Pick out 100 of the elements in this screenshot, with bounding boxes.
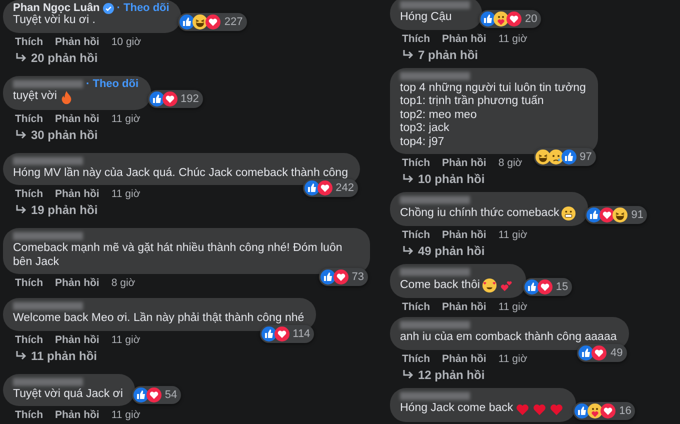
like-reaction-icon	[179, 14, 196, 30]
view-replies-link[interactable]: 19 phản hồi	[15, 203, 98, 217]
reply-link[interactable]: Phản hồi	[442, 32, 486, 44]
comment-time: 8 giờ	[111, 277, 136, 289]
author-name[interactable]: Phan Ngọc Luân	[13, 2, 100, 14]
laughing-face-icon	[192, 14, 208, 30]
reply-link[interactable]: Phản hồi	[442, 352, 486, 364]
reactions-badge[interactable]: 54	[132, 386, 182, 404]
reply-arrow-icon	[15, 52, 27, 64]
heart-reaction-icon	[162, 90, 178, 106]
laughing-face-icon	[534, 149, 551, 165]
reply-arrow-icon	[402, 48, 414, 60]
view-replies-link[interactable]: 12 phản hồi	[402, 368, 485, 382]
comment-time: 11 giờ	[498, 352, 528, 364]
reply-link[interactable]: Phản hồi	[55, 112, 100, 124]
reactions-badge[interactable]: 97	[534, 148, 596, 166]
reactions-badge[interactable]: 114	[260, 324, 314, 342]
comment-text: top2: meo meo	[400, 108, 477, 122]
comment-text: Tuyệt vời quá Jack ơi	[13, 388, 123, 401]
like-link[interactable]: Thích	[15, 409, 43, 421]
comment-text: anh iu của em comback thành công aaaaa	[400, 331, 617, 344]
reaction-count: 54	[164, 389, 178, 401]
view-replies-link[interactable]: 20 phản hồi	[15, 50, 98, 64]
like-link[interactable]: Thích	[402, 301, 430, 313]
reaction-count: 49	[610, 346, 623, 358]
like-reaction-icon	[304, 180, 320, 196]
reply-link[interactable]: Phản hồi	[442, 157, 486, 169]
heart-reaction-icon	[146, 387, 162, 403]
reply-link[interactable]: Phản hồi	[55, 409, 100, 421]
reaction-count: 242	[336, 182, 354, 194]
like-reaction-icon	[560, 149, 577, 165]
like-link[interactable]: Thích	[15, 188, 43, 200]
reply-arrow-icon	[402, 368, 414, 380]
like-link[interactable]: Thích	[15, 112, 43, 124]
crying-face-icon	[548, 149, 564, 165]
comment-text: Comeback mạnh mẽ và gặt hát nhiều thành công nhé! Đóm luôn bên Jack	[13, 242, 344, 269]
reply-link[interactable]: Phản hồi	[55, 36, 100, 48]
comment-text: tuyệt vời	[13, 90, 57, 104]
reaction-count: 192	[180, 92, 199, 104]
reactions-badge[interactable]: 20	[479, 10, 542, 28]
heart-reaction-icon	[599, 207, 616, 223]
like-link[interactable]: Thích	[402, 32, 430, 44]
reactions-badge[interactable]: 73	[318, 268, 368, 286]
reactions-badge[interactable]: 15	[522, 278, 572, 296]
view-replies-link[interactable]: 11 phản hồi	[15, 348, 98, 362]
reactions-badge[interactable]: 16	[573, 402, 636, 420]
heart-icon	[532, 402, 548, 416]
like-reaction-icon	[148, 90, 165, 106]
reactions-badge[interactable]: 91	[585, 206, 648, 224]
like-link[interactable]: Thích	[402, 157, 430, 169]
like-link[interactable]: Thích	[15, 277, 43, 289]
smiling-face-with-hearts-icon	[482, 278, 497, 293]
reply-arrow-icon	[15, 204, 27, 216]
comment-text: top4: j97	[400, 136, 444, 149]
reply-link[interactable]: Phản hồi	[55, 188, 100, 200]
like-reaction-icon	[320, 269, 336, 285]
comment-time: 11 giờ	[111, 409, 140, 421]
reply-link[interactable]: Phản hồi	[442, 301, 486, 313]
comment-text: Tuyệt vời ku ơi .	[13, 14, 96, 28]
follow-link[interactable]: · Theo dõi	[116, 2, 170, 14]
follow-link[interactable]: · Theo dõi	[86, 78, 139, 90]
heart-reaction-icon	[332, 269, 349, 285]
reaction-count: 114	[292, 328, 310, 340]
view-replies-link[interactable]: 30 phản hồi	[15, 128, 98, 142]
like-reaction-icon	[586, 207, 602, 223]
like-link[interactable]: Thích	[402, 352, 430, 364]
heart-reaction-icon	[274, 326, 290, 342]
like-reaction-icon	[480, 10, 496, 26]
like-reaction-icon	[132, 387, 149, 403]
reply-link[interactable]: Phản hồi	[442, 229, 486, 241]
reactions-badge[interactable]: 49	[577, 344, 627, 362]
reply-link[interactable]: Phản hồi	[55, 334, 100, 346]
reactions-badge[interactable]: 227	[178, 12, 247, 30]
comment-text: Hóng Jack come back	[400, 402, 514, 416]
heart-reaction-icon	[506, 10, 522, 26]
comment-text: top1: trịnh trần phương tuấn	[400, 95, 544, 108]
comment-time: 11 giờ	[111, 334, 140, 346]
like-link[interactable]: Thích	[402, 229, 430, 241]
comment-text: top3: jack	[400, 122, 450, 136]
reply-link[interactable]: Phản hồi	[55, 277, 100, 289]
reactions-badge[interactable]: 242	[302, 179, 358, 197]
view-replies-link[interactable]: 10 phản hồi	[402, 172, 485, 186]
grimacing-face-icon	[561, 206, 576, 221]
heart-reaction-icon	[316, 180, 333, 196]
comment-text: top 4 những người tui luôn tin tưởng	[400, 82, 586, 95]
comment-text: Chồng iu chính thức comeback	[400, 206, 560, 220]
view-replies-link[interactable]: 49 phản hồi	[402, 244, 485, 258]
hugging-face-icon	[493, 10, 509, 26]
heart-reaction-icon	[205, 14, 222, 30]
like-link[interactable]: Thích	[15, 334, 43, 346]
comment-time: 11 giờ	[498, 229, 528, 241]
reply-arrow-icon	[402, 173, 414, 185]
reply-arrow-icon	[15, 350, 27, 362]
like-link[interactable]: Thích	[15, 36, 43, 48]
reactions-badge[interactable]: 192	[148, 90, 203, 108]
hugging-face-icon	[587, 402, 604, 418]
reaction-count: 227	[224, 16, 243, 28]
reaction-count: 97	[580, 151, 592, 163]
view-replies-link[interactable]: 7 phản hồi	[402, 48, 478, 62]
laughing-face-icon	[612, 207, 628, 223]
